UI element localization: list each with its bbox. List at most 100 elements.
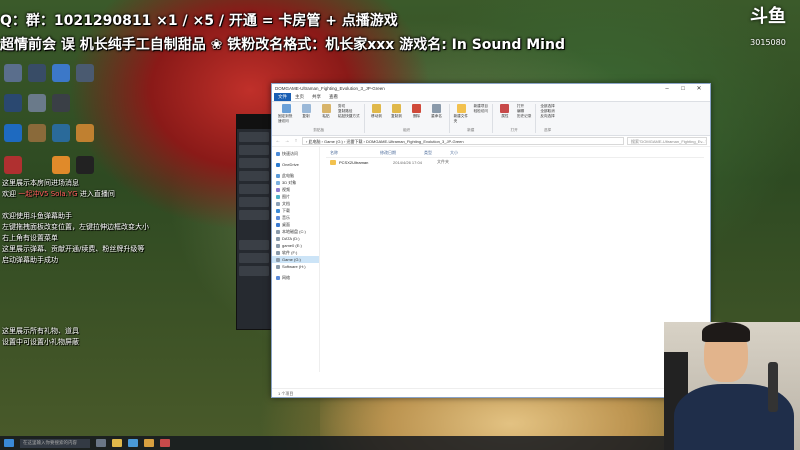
close-button[interactable]: ✕ bbox=[691, 85, 707, 92]
nav-item[interactable]: Software (H:) bbox=[272, 263, 319, 270]
desktop-icon[interactable] bbox=[4, 156, 22, 174]
nav-item[interactable]: OneDrive bbox=[272, 161, 319, 168]
nav-item[interactable]: 音乐 bbox=[272, 214, 319, 221]
ribbon-group-clipboard: 固定到快速访问 复制 粘贴 剪切 复制路径 粘贴快捷方式 剪贴板 bbox=[274, 104, 365, 133]
column-type[interactable]: 类型 bbox=[424, 150, 450, 157]
pin-button[interactable]: 固定到快速访问 bbox=[278, 104, 294, 124]
desktop-icon[interactable] bbox=[28, 124, 46, 142]
panel-header bbox=[237, 115, 271, 129]
file-explorer-window[interactable]: DOMGAME-Ultraman_Fighting_Evolution_3_JP… bbox=[271, 83, 711, 398]
nav-item[interactable]: 图片 bbox=[272, 193, 319, 200]
taskbar-app-icon[interactable] bbox=[128, 439, 138, 447]
column-size[interactable]: 大小 bbox=[450, 150, 476, 157]
up-icon[interactable]: ↑ bbox=[293, 138, 299, 144]
nav-item[interactable]: game0 (E:) bbox=[272, 242, 319, 249]
panel-item[interactable] bbox=[239, 266, 269, 276]
ribbon-group-label: 选择 bbox=[543, 128, 552, 132]
properties-button[interactable]: 属性 bbox=[497, 104, 513, 119]
panel-item[interactable] bbox=[239, 145, 269, 155]
nav-item[interactable]: DATA (D:) bbox=[272, 235, 319, 242]
panel-item[interactable] bbox=[239, 132, 269, 142]
desktop-icon[interactable] bbox=[4, 94, 22, 112]
drive-icon bbox=[276, 229, 280, 234]
nav-item[interactable]: 3D 对象 bbox=[272, 179, 319, 186]
nav-item[interactable]: 视频 bbox=[272, 186, 319, 193]
maximize-button[interactable]: □ bbox=[675, 86, 691, 92]
panel-item[interactable] bbox=[239, 240, 269, 250]
overlay-banner-line1: Q：群：1021290811 ×1 / ×5 / 开通 = 卡房管 + 点播游戏 bbox=[0, 10, 398, 30]
taskbar-app-icon[interactable] bbox=[96, 439, 106, 447]
nav-item[interactable]: 桌面 bbox=[272, 221, 319, 228]
move-to-button[interactable]: 移动到 bbox=[369, 104, 385, 119]
douyu-logo: 斗鱼 3015080 bbox=[742, 6, 794, 52]
taskbar: 在这里输入你要搜索的内容 bbox=[0, 436, 664, 450]
panel-item[interactable] bbox=[239, 171, 269, 181]
nav-item[interactable]: 网络 bbox=[272, 274, 319, 281]
stream-assistant-panel[interactable] bbox=[236, 114, 272, 330]
room-id: 3015080 bbox=[750, 38, 786, 47]
new-folder-button[interactable]: 新建文件夹 bbox=[454, 104, 470, 124]
copy-button[interactable]: 复制 bbox=[298, 104, 314, 124]
nav-item[interactable]: 下载 bbox=[272, 207, 319, 214]
taskbar-app-icon[interactable] bbox=[144, 439, 154, 447]
desktop-icon[interactable] bbox=[76, 124, 94, 142]
ribbon-group-select: 全部选择 全部取消 反向选择 选择 bbox=[536, 104, 558, 133]
desktop-icon[interactable] bbox=[76, 64, 94, 82]
nav-item[interactable]: 此电脑 bbox=[272, 172, 319, 179]
file-row[interactable]: PCSX2Ultraman 2014/4/26 17:04 文件夹 bbox=[326, 158, 704, 166]
panel-item[interactable] bbox=[239, 184, 269, 194]
start-button[interactable] bbox=[4, 439, 14, 447]
cloud-icon bbox=[276, 162, 280, 167]
delete-button[interactable]: 删除 bbox=[409, 104, 425, 119]
desktop-icon[interactable] bbox=[4, 124, 22, 142]
rename-button[interactable]: 重命名 bbox=[429, 104, 445, 119]
ribbon-group-new: 新建文件夹 新建项目 轻松访问 新建 bbox=[450, 104, 493, 133]
nav-item[interactable]: 快速访问 bbox=[272, 150, 319, 157]
nav-item[interactable]: 本地磁盘 (C:) bbox=[272, 228, 319, 235]
nav-item[interactable]: 软件 (F:) bbox=[272, 249, 319, 256]
explorer-body: 快速访问 OneDrive 此电脑 3D 对象 视频 图片 文档 下载 音乐 桌… bbox=[272, 147, 710, 372]
tab-file[interactable]: 文件 bbox=[274, 93, 291, 101]
easy-access-button[interactable]: 轻松访问 bbox=[474, 109, 488, 114]
forward-icon[interactable]: → bbox=[284, 138, 290, 144]
overlay-line2-text: 超情前会 误 机长纯手工自制甜品 ❀ 铁粉改名格式：机长家xxx 游戏名: In… bbox=[0, 37, 565, 53]
tab-share[interactable]: 共享 bbox=[308, 94, 325, 100]
desktop-icon[interactable] bbox=[52, 64, 70, 82]
chat-line: 右上角有设置菜单 bbox=[2, 234, 58, 242]
desktop-icon[interactable] bbox=[4, 64, 22, 82]
desktop-icon[interactable] bbox=[52, 124, 70, 142]
streamer-hair bbox=[702, 322, 750, 342]
taskbar-app-icon[interactable] bbox=[160, 439, 170, 447]
copy-to-button[interactable]: 复制到 bbox=[389, 104, 405, 119]
panel-item[interactable] bbox=[239, 197, 269, 207]
history-button[interactable]: 历史记录 bbox=[517, 114, 531, 119]
desktop-icon[interactable] bbox=[28, 94, 46, 112]
paste-shortcut-button[interactable]: 粘贴快捷方式 bbox=[338, 114, 360, 119]
danmaku-chat: 这里展示本房间进场消息 欢迎 一起冲V5 Sola.YG 进入直播间 欢迎使用斗… bbox=[2, 178, 162, 348]
video-icon bbox=[276, 187, 280, 192]
nav-item-selected[interactable]: Game (G:) bbox=[272, 256, 319, 263]
panel-item[interactable] bbox=[239, 210, 269, 220]
desktop-icon[interactable] bbox=[76, 156, 94, 174]
taskbar-search[interactable]: 在这里输入你要搜索的内容 bbox=[20, 438, 90, 448]
desktop-icon[interactable] bbox=[52, 94, 70, 112]
desktop-icon[interactable] bbox=[28, 64, 46, 82]
panel-item[interactable] bbox=[239, 253, 269, 263]
back-icon[interactable]: ← bbox=[275, 138, 281, 144]
search-input[interactable]: 搜索"DOMGAME-Ultraman_Fighting_Ev..." bbox=[627, 137, 707, 145]
column-date[interactable]: 修改日期 bbox=[380, 150, 424, 157]
panel-item[interactable] bbox=[239, 158, 269, 168]
paste-button[interactable]: 粘贴 bbox=[318, 104, 334, 124]
minimize-button[interactable]: – bbox=[659, 86, 675, 92]
desktop-icon bbox=[276, 222, 280, 227]
drive-icon bbox=[276, 257, 280, 262]
desktop-icon[interactable] bbox=[52, 156, 70, 174]
column-name[interactable]: 名称 bbox=[326, 150, 380, 157]
tab-view[interactable]: 查看 bbox=[325, 94, 342, 100]
nav-item[interactable]: 文档 bbox=[272, 200, 319, 207]
taskbar-app-icon[interactable] bbox=[112, 439, 122, 447]
title-bar[interactable]: DOMGAME-Ultraman_Fighting_Evolution_3_JP… bbox=[272, 84, 710, 93]
address-bar[interactable]: › 此电脑 › Game (G:) › 迅雷下载 › DOMGAME-Ultra… bbox=[302, 137, 624, 145]
tab-home[interactable]: 主页 bbox=[291, 94, 308, 100]
invert-selection-button[interactable]: 反向选择 bbox=[540, 114, 554, 119]
